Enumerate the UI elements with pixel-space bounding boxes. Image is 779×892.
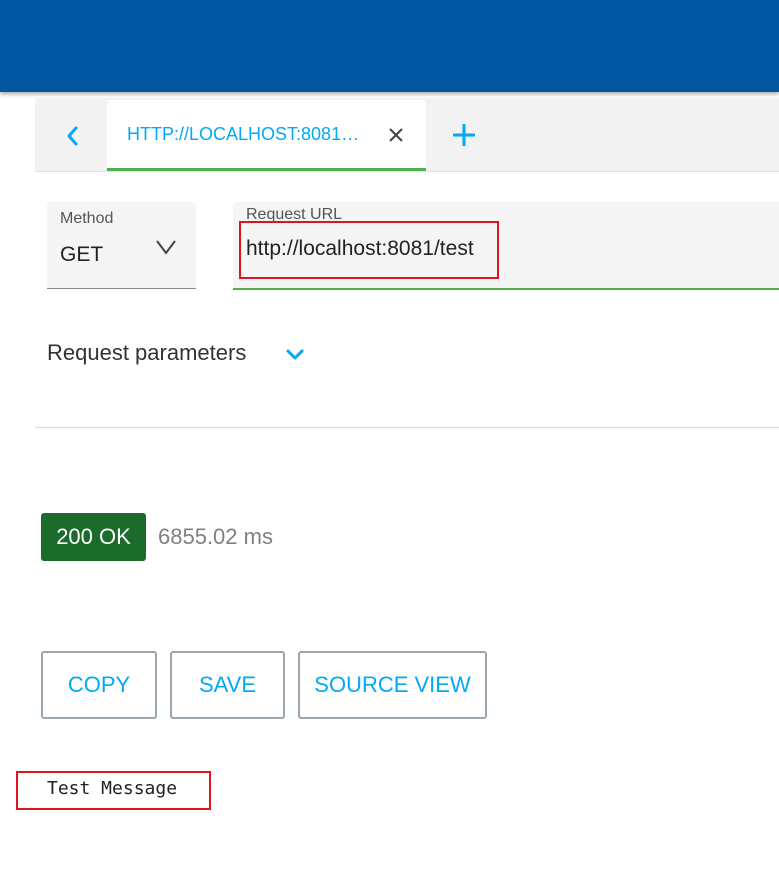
plus-icon bbox=[453, 124, 475, 146]
close-icon bbox=[389, 128, 403, 142]
back-button[interactable] bbox=[63, 122, 83, 150]
method-selected-value: GET bbox=[60, 243, 104, 266]
tab-title: HTTP://LOCALHOST:8081/TEST bbox=[127, 124, 362, 144]
request-parameters-toggle[interactable]: Request parameters bbox=[47, 340, 327, 370]
save-button[interactable]: SAVE bbox=[170, 651, 285, 719]
add-tab-button[interactable] bbox=[451, 122, 477, 148]
copy-button[interactable]: COPY bbox=[41, 651, 157, 719]
app-header-bar bbox=[0, 0, 779, 92]
status-badge: 200 OK bbox=[41, 513, 146, 561]
method-select[interactable]: Method GET bbox=[47, 202, 196, 289]
response-time: 6855.02 ms bbox=[158, 524, 273, 549]
chevron-left-icon bbox=[67, 126, 78, 146]
section-divider bbox=[35, 427, 779, 428]
url-highlight-box bbox=[239, 221, 499, 279]
method-dropdown-toggle[interactable] bbox=[155, 236, 177, 258]
close-tab-button[interactable] bbox=[385, 124, 407, 146]
request-tab[interactable]: HTTP://LOCALHOST:8081/TEST bbox=[107, 100, 426, 171]
method-field-label: Method bbox=[60, 210, 114, 227]
chevron-down-icon bbox=[286, 349, 304, 360]
request-parameters-label: Request parameters bbox=[47, 340, 247, 365]
response-highlight-box bbox=[16, 771, 211, 810]
source-view-button[interactable]: SOURCE VIEW bbox=[298, 651, 487, 719]
chevron-down-icon bbox=[156, 240, 176, 255]
